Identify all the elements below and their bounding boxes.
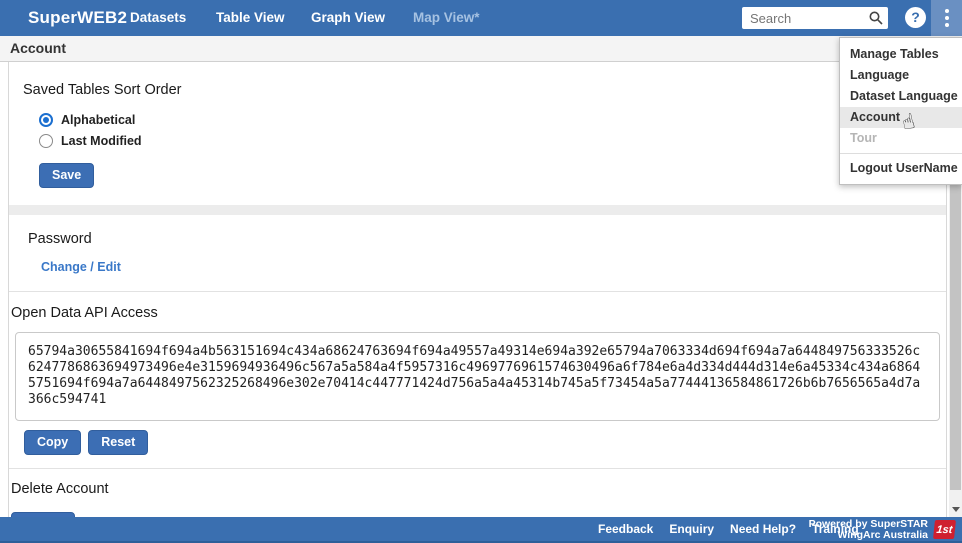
section-password: Password Change / Edit <box>9 215 946 292</box>
search-box <box>742 7 888 29</box>
radio-alphabetical[interactable]: Alphabetical <box>39 110 946 130</box>
menu-item-language[interactable]: Language <box>840 65 962 86</box>
scrollbar-down-arrow-icon <box>952 507 960 512</box>
api-key-box: 65794a30655841694f694a4b563151694c434a68… <box>15 332 940 421</box>
app-logo[interactable]: SuperWEB2 <box>28 0 127 36</box>
menu-separator <box>840 153 962 154</box>
search-input[interactable] <box>742 11 868 26</box>
section-divider-band <box>9 205 946 215</box>
reset-button[interactable]: Reset <box>88 430 148 455</box>
scrollbar-down-button[interactable] <box>949 502 962 517</box>
delete-account-heading: Delete Account <box>11 481 946 497</box>
overflow-dropdown-menu: Manage Tables Language Dataset Language … <box>839 37 962 185</box>
radio-last-modified-control[interactable] <box>39 134 53 148</box>
footer-link-need-help[interactable]: Need Help? <box>730 522 796 536</box>
kebab-menu-icon[interactable] <box>931 0 962 36</box>
footer-link-feedback[interactable]: Feedback <box>598 522 653 536</box>
section-open-data-api: Open Data API Access 65794a30655841694f6… <box>9 292 946 469</box>
search-icon[interactable] <box>868 7 888 29</box>
copy-button[interactable]: Copy <box>24 430 81 455</box>
nav-item-graph-view[interactable]: Graph View <box>311 0 385 36</box>
section-saved-tables-sort-order: Saved Tables Sort Order Alphabetical Las… <box>9 62 946 205</box>
menu-item-tour: Tour <box>840 128 962 149</box>
top-navbar: SuperWEB2 Datasets Table View Graph View… <box>0 0 962 36</box>
menu-item-logout[interactable]: Logout UserName <box>840 158 962 179</box>
save-button[interactable]: Save <box>39 163 94 188</box>
change-edit-link[interactable]: Change / Edit <box>41 260 121 274</box>
api-key-value: 65794a30655841694f694a4b563151694c434a68… <box>28 344 922 408</box>
powered-line1: Powered by SuperSTAR <box>809 519 928 530</box>
powered-line2: WingArc Australia <box>809 530 928 541</box>
nav-item-datasets[interactable]: Datasets <box>130 0 186 36</box>
superstar-logo: 1st <box>933 520 956 539</box>
footer-bar: Feedback Enquiry Need Help? Training Pow… <box>0 517 962 543</box>
help-icon[interactable]: ? <box>905 7 926 28</box>
menu-item-manage-tables[interactable]: Manage Tables <box>840 44 962 65</box>
menu-item-account[interactable]: Account <box>840 107 962 128</box>
radio-alphabetical-control[interactable] <box>39 113 53 127</box>
radio-alphabetical-label: Alphabetical <box>61 113 135 127</box>
menu-item-dataset-language[interactable]: Dataset Language <box>840 86 962 107</box>
radio-last-modified-label: Last Modified <box>61 134 142 148</box>
page-title: Account <box>0 36 962 62</box>
radio-last-modified[interactable]: Last Modified <box>39 131 946 151</box>
password-heading: Password <box>28 231 946 247</box>
nav-item-map-view[interactable]: Map View* <box>413 0 480 36</box>
nav-item-table-view[interactable]: Table View <box>216 0 285 36</box>
api-access-heading: Open Data API Access <box>11 305 946 321</box>
powered-by-text: Powered by SuperSTAR WingArc Australia <box>809 519 928 540</box>
footer-link-enquiry[interactable]: Enquiry <box>669 522 714 536</box>
account-content-panel: Saved Tables Sort Order Alphabetical Las… <box>8 62 947 517</box>
section-delete-account: Delete Account Delete <box>9 469 946 517</box>
sort-order-heading: Saved Tables Sort Order <box>23 82 946 98</box>
